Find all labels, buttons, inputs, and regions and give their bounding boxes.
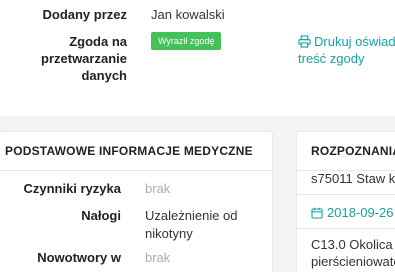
printer-icon <box>298 35 311 48</box>
diagnosis-code-line1: C13.0 Okolica p <box>311 237 395 252</box>
print-declaration-label: Drukuj oświadc <box>314 34 395 49</box>
added-by-value: Jan kowalski <box>151 7 225 22</box>
cancer-family-value: brak <box>145 250 171 265</box>
basic-medical-info-card: PODSTAWOWE INFORMACJE MEDYCZNE Czynniki … <box>0 132 272 272</box>
calendar-icon <box>311 207 323 219</box>
print-declaration-link[interactable]: Drukuj oświadc <box>298 33 395 50</box>
addictions-value-line1: Uzależnienie od <box>145 208 238 223</box>
consent-label-line2: przetwarzanie danych <box>41 51 127 83</box>
added-by-label: Dodany przez <box>42 7 127 22</box>
diagnosis-item[interactable]: s75011 Staw ko <box>311 170 395 187</box>
consent-status-badge: Wyraził zgodę <box>151 32 222 50</box>
addictions-label: Nałogi <box>81 208 121 223</box>
patient-record-card: Dodany przez Jan kowalski Zgoda na przet… <box>0 0 395 116</box>
diagnosis-divider-2 <box>297 228 395 229</box>
basic-medical-info-header: PODSTAWOWE INFORMACJE MEDYCZNE <box>0 132 272 171</box>
diagnosis-code-line2: pierścieniowate <box>311 254 395 269</box>
diagnoses-title: ROZPOZNANIA <box>311 144 395 158</box>
addictions-value-line2: nikotyny <box>145 226 193 241</box>
diagnoses-card: ROZPOZNANIA s75011 Staw ko 2018-09-26 ( … <box>297 132 395 272</box>
diagnosis-divider <box>297 194 395 195</box>
risk-factors-value: brak <box>145 181 171 196</box>
diagnosis-date-value: 2018-09-26 ( <box>327 205 395 220</box>
consent-label-line1: Zgoda na <box>69 34 127 49</box>
cancer-family-label: Nowotwory w <box>37 250 121 265</box>
diagnoses-header: ROZPOZNANIA <box>297 132 395 171</box>
basic-medical-info-title: PODSTAWOWE INFORMACJE MEDYCZNE <box>5 144 253 158</box>
consent-text-link[interactable]: treść zgody <box>298 50 364 67</box>
risk-factors-label: Czynniki ryzyka <box>23 181 121 196</box>
diagnosis-date: 2018-09-26 ( <box>311 205 395 220</box>
